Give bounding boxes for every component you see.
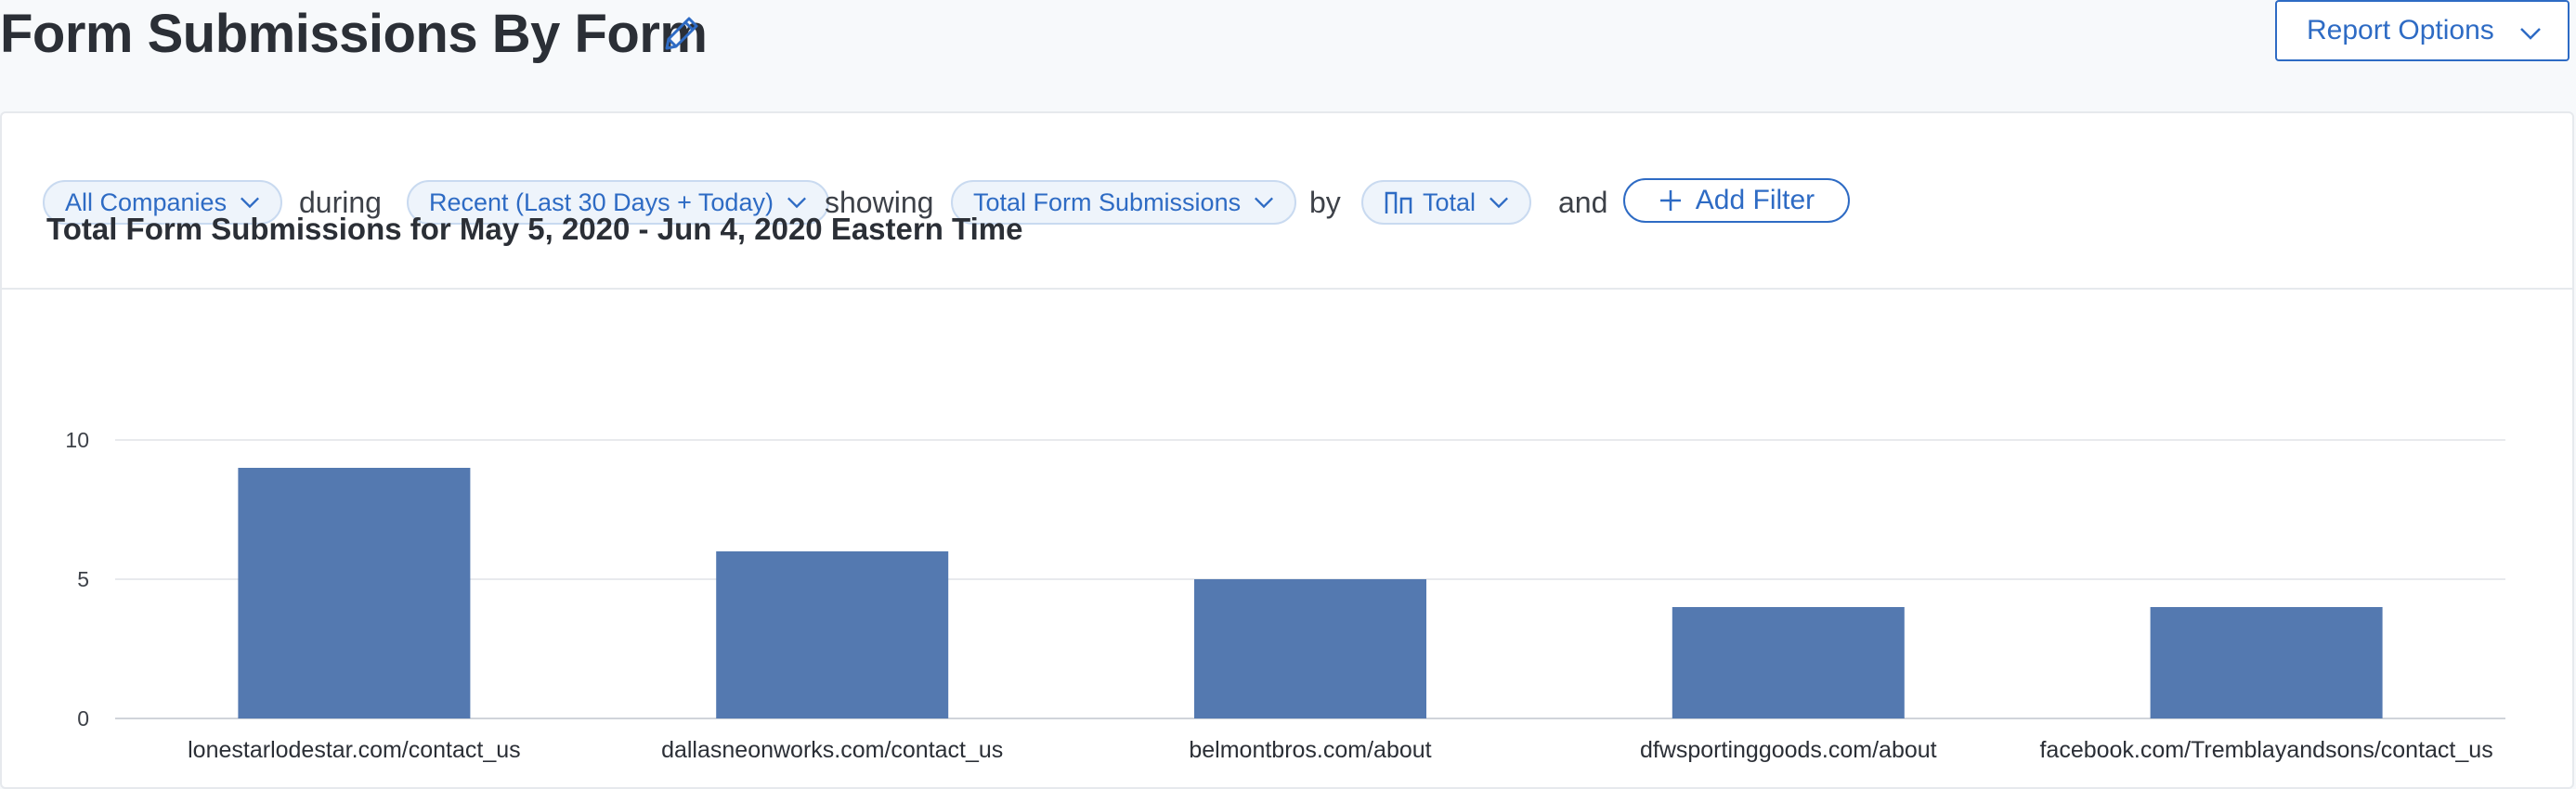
y-tick-label: 10 <box>65 428 89 452</box>
x-category-label: lonestarlodestar.com/contact_us <box>188 737 521 763</box>
y-tick-label: 0 <box>77 706 89 731</box>
bar[interactable] <box>238 468 471 718</box>
y-tick-label: 5 <box>77 567 89 591</box>
x-category-label: belmontbros.com/about <box>1189 737 1431 763</box>
x-category-label: facebook.com/Tremblayandsons/contact_us <box>2039 737 2492 763</box>
bar[interactable] <box>1672 607 1905 718</box>
x-category-label: dfwsportinggoods.com/about <box>1640 737 1937 763</box>
bar[interactable] <box>2150 607 2383 718</box>
x-category-label: dallasneonworks.com/contact_us <box>661 737 1003 763</box>
bar[interactable] <box>1194 579 1426 718</box>
bar-chart: 0 5 10 lonestarlodestar.com/contact_us dall… <box>65 428 2505 763</box>
bar[interactable] <box>716 551 949 718</box>
